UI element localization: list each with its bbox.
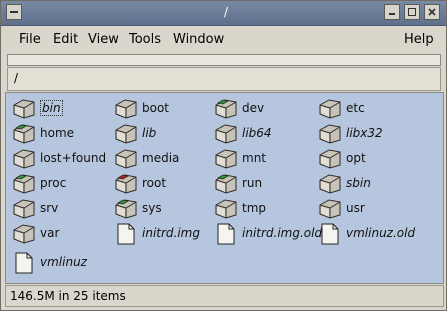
- folder-icon: [114, 172, 138, 194]
- folder-icon: [12, 147, 36, 169]
- folder-icon: [214, 147, 238, 169]
- status-text: 146.5M in 25 items: [10, 289, 126, 303]
- menu-tools[interactable]: Tools: [129, 32, 161, 47]
- folder-icon: [318, 172, 342, 194]
- file-item-label: sys: [142, 201, 162, 215]
- folder-icon: [12, 222, 36, 244]
- file-item[interactable]: etc: [318, 97, 365, 119]
- folder-icon: [214, 172, 238, 194]
- file-item-label: sbin: [346, 176, 371, 190]
- status-bar: 146.5M in 25 items: [5, 285, 444, 307]
- file-item[interactable]: initrd.img: [114, 222, 200, 245]
- maximize-icon[interactable]: [404, 4, 420, 20]
- file-item-label: vmlinuz: [40, 255, 87, 269]
- file-item-label: var: [40, 226, 60, 240]
- file-item-label: run: [242, 176, 263, 190]
- file-item-label: media: [142, 151, 180, 165]
- file-icon-view[interactable]: bin boot dev etc home lib lib64 libx32 l…: [5, 92, 444, 284]
- folder-icon: [12, 97, 36, 119]
- file-item-label: lib64: [242, 126, 272, 140]
- path-bar[interactable]: [7, 54, 441, 66]
- file-item[interactable]: srv: [12, 197, 58, 219]
- folder-icon: [114, 122, 138, 144]
- file-item[interactable]: proc: [12, 172, 66, 194]
- file-item[interactable]: mnt: [214, 147, 266, 169]
- menu-edit[interactable]: Edit: [53, 32, 78, 47]
- close-icon[interactable]: [424, 4, 440, 20]
- file-item[interactable]: var: [12, 222, 59, 244]
- folder-icon: [12, 122, 36, 144]
- file-item-label: home: [40, 126, 75, 140]
- location-path: /: [14, 71, 19, 85]
- file-item[interactable]: libx32: [318, 122, 383, 144]
- file-item-label: boot: [142, 101, 170, 115]
- file-item[interactable]: usr: [318, 197, 365, 219]
- menu-help[interactable]: Help: [404, 32, 434, 47]
- menu-window[interactable]: Window: [173, 32, 224, 47]
- window-menu-icon[interactable]: [6, 4, 22, 20]
- file-item[interactable]: root: [114, 172, 166, 194]
- file-icon: [214, 222, 238, 245]
- file-item[interactable]: run: [214, 172, 262, 194]
- folder-icon: [114, 197, 138, 219]
- location-bar[interactable]: /: [7, 67, 441, 91]
- file-item-label: usr: [346, 201, 365, 215]
- folder-icon: [12, 197, 36, 219]
- minimize-icon[interactable]: [384, 4, 400, 20]
- folder-icon: [214, 197, 238, 219]
- file-item-label: lib: [142, 126, 157, 140]
- file-item-label: initrd.img: [142, 226, 200, 240]
- file-icon: [318, 222, 342, 245]
- file-item-label: lost+found: [40, 151, 107, 165]
- folder-icon: [214, 97, 238, 119]
- window-title: /: [223, 5, 229, 19]
- file-item[interactable]: dev: [214, 97, 264, 119]
- file-item[interactable]: sys: [114, 197, 162, 219]
- file-icon: [12, 251, 36, 274]
- menu-view[interactable]: View: [88, 32, 119, 47]
- file-item-label: vmlinuz.old: [346, 226, 416, 240]
- file-item-label: bin: [40, 100, 63, 116]
- file-item-label: srv: [40, 201, 59, 215]
- file-item[interactable]: initrd.img.old: [214, 222, 323, 245]
- file-icon: [114, 222, 138, 245]
- file-item[interactable]: boot: [114, 97, 169, 119]
- file-item[interactable]: lib: [114, 122, 156, 144]
- folder-icon: [318, 197, 342, 219]
- file-item-label: dev: [242, 101, 265, 115]
- folder-icon: [114, 97, 138, 119]
- menu-file[interactable]: File: [19, 32, 41, 47]
- menu-bar: File Edit View Tools Window Help: [1, 26, 446, 53]
- file-item-label: proc: [40, 176, 67, 190]
- file-item-label: opt: [346, 151, 366, 165]
- file-item-label: libx32: [346, 126, 383, 140]
- file-item[interactable]: sbin: [318, 172, 371, 194]
- file-item-label: initrd.img.old: [242, 226, 323, 240]
- folder-icon: [114, 147, 138, 169]
- file-item[interactable]: lost+found: [12, 147, 106, 169]
- file-item[interactable]: lib64: [214, 122, 272, 144]
- title-bar[interactable]: /: [1, 1, 446, 26]
- filer-window: / File Edit View Tools Window Help / bin: [0, 0, 447, 311]
- folder-icon: [214, 122, 238, 144]
- file-item[interactable]: vmlinuz.old: [318, 222, 416, 245]
- folder-icon: [318, 122, 342, 144]
- file-item-label: mnt: [242, 151, 266, 165]
- folder-icon: [318, 147, 342, 169]
- file-item-label: etc: [346, 101, 365, 115]
- file-item[interactable]: media: [114, 147, 179, 169]
- file-item-label: tmp: [242, 201, 267, 215]
- folder-icon: [318, 97, 342, 119]
- file-item[interactable]: bin: [12, 97, 63, 119]
- file-item-label: root: [142, 176, 167, 190]
- folder-icon: [12, 172, 36, 194]
- file-item[interactable]: opt: [318, 147, 366, 169]
- file-item[interactable]: tmp: [214, 197, 266, 219]
- file-item[interactable]: home: [12, 122, 74, 144]
- file-item[interactable]: vmlinuz: [12, 251, 87, 274]
